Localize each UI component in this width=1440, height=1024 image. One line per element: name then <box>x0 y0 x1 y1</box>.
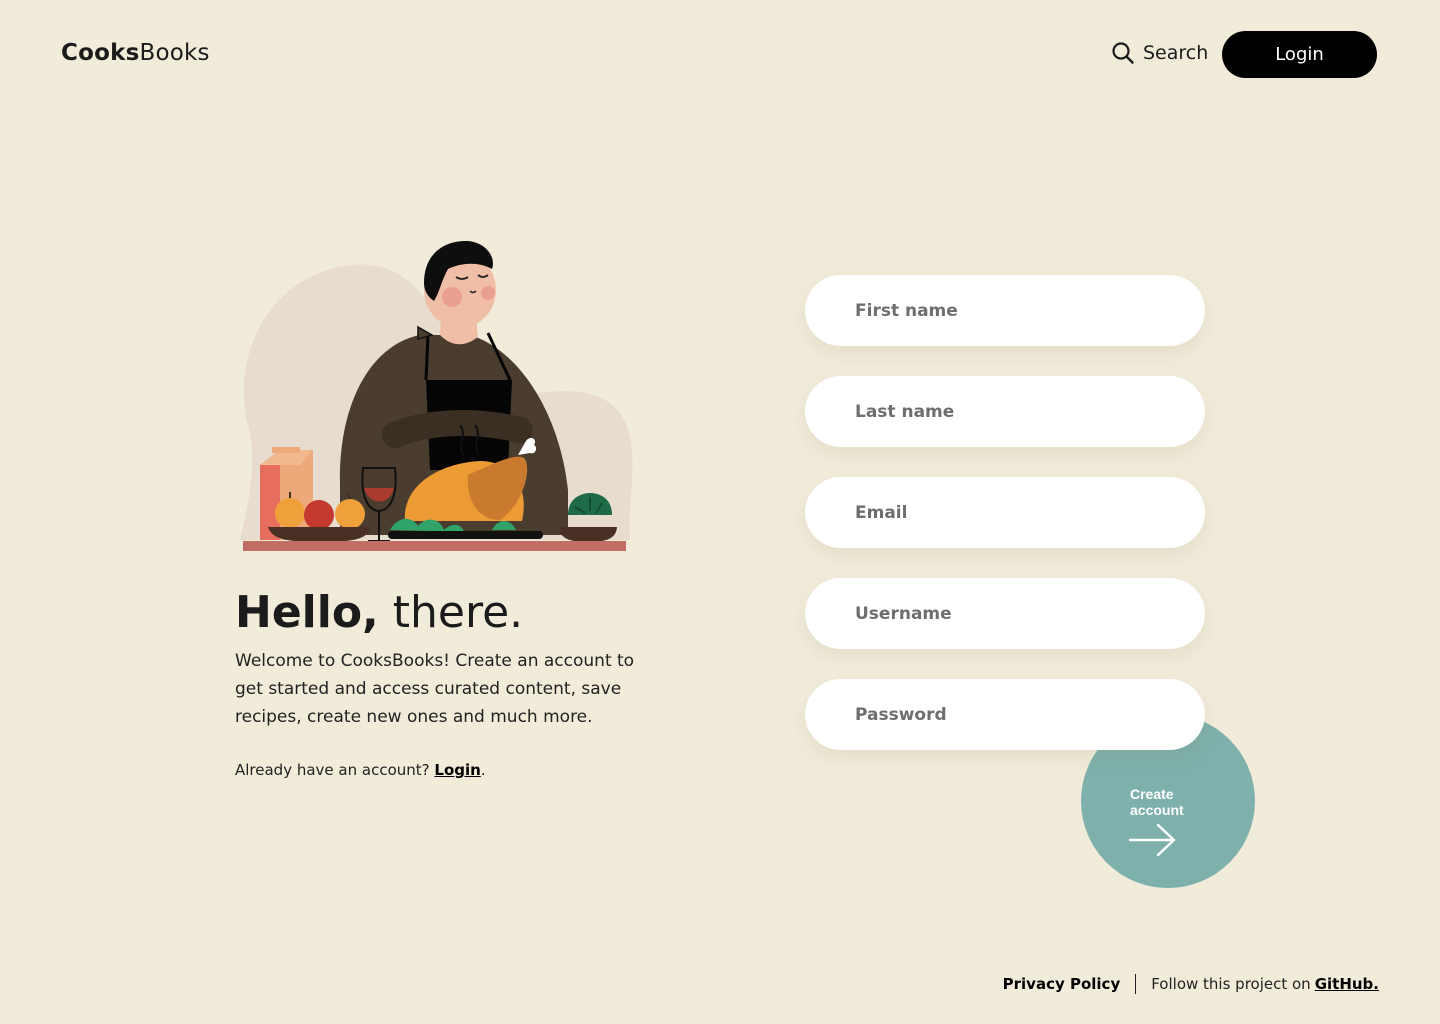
search-icon <box>1112 42 1134 64</box>
brand-logo-light: Books <box>139 40 210 66</box>
password-input[interactable] <box>805 679 1205 750</box>
already-have-account: Already have an account? Login. <box>235 761 486 779</box>
already-text: Already have an account? <box>235 761 435 779</box>
page-title: Hello, there. <box>235 585 523 641</box>
welcome-description: Welcome to CooksBooks! Create an account… <box>235 651 635 727</box>
search-link[interactable]: Search <box>1112 42 1208 64</box>
footer-divider <box>1135 974 1137 994</box>
login-link[interactable]: Login <box>434 761 480 779</box>
privacy-policy-link[interactable]: Privacy Policy <box>1003 975 1121 993</box>
brand-logo[interactable]: CooksBooks <box>61 40 210 66</box>
already-period: . <box>480 761 486 779</box>
chef-illustration <box>240 240 633 551</box>
follow-text: Follow this project on <box>1151 975 1311 993</box>
page-title-normal: there. <box>378 587 524 638</box>
footer: Privacy Policy Follow this project on Gi… <box>1003 974 1379 994</box>
github-link[interactable]: GitHub. <box>1315 975 1379 993</box>
login-button[interactable]: Login <box>1222 31 1377 78</box>
arrow-right-icon <box>1128 823 1176 857</box>
create-account-label: Create account <box>1130 786 1184 818</box>
search-label: Search <box>1143 42 1209 64</box>
brand-logo-bold: Cooks <box>61 40 140 66</box>
first-name-input[interactable] <box>805 275 1205 346</box>
email-input[interactable] <box>805 477 1205 548</box>
last-name-input[interactable] <box>805 376 1205 447</box>
username-input[interactable] <box>805 578 1205 649</box>
page-title-strong: Hello, <box>235 587 379 638</box>
